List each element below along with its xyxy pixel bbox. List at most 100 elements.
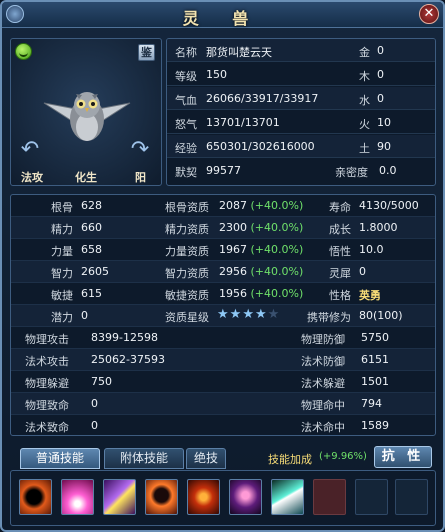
combat-row: 物理躲避 750 法术躲避 1501 [11, 371, 435, 393]
stat-row: 智力 2605 智力资质 2956 (+40.0%) 灵犀 0 [11, 261, 435, 283]
skill-bar [10, 470, 436, 526]
misc-label: 性格 [329, 289, 351, 302]
aptitude-label: 智力资质 [165, 267, 209, 280]
empty-skill-slot[interactable] [355, 479, 388, 515]
ice-blade-icon[interactable] [271, 479, 304, 515]
tab-ultimate-skills[interactable]: 绝技 [186, 448, 226, 469]
hp-value: 26066/33917/33917 [206, 92, 319, 105]
combat-row: 物理致命 0 物理命中 794 [11, 393, 435, 415]
stat-row: 力量 658 力量资质 1967 (+40.0%) 悟性 10.0 [11, 239, 435, 261]
combat-value: 0 [91, 397, 98, 410]
flame-eye-icon[interactable] [187, 479, 220, 515]
pet-attributes-panel: 根骨 628 根骨资质 2087 (+40.0%) 寿命 4130/5000 精… [10, 194, 436, 436]
stat-label: 智力 [51, 267, 73, 280]
combat-label: 法术致命 [25, 421, 69, 434]
empty-skill-slot[interactable] [395, 479, 428, 515]
star-icon: ★ [242, 307, 255, 322]
combat-value: 794 [361, 397, 382, 410]
pet-portrait-panel: 鉴 ↶ ↷ 法攻 化生 阳 [10, 38, 162, 186]
info-row-exp: 经验 650301/302616000 土 90 [167, 135, 435, 158]
stat-value: 658 [81, 243, 102, 256]
combat-label: 物理防御 [301, 333, 345, 346]
aptitude-value: 1956 (+40.0%) [219, 287, 304, 300]
combat-value: 6151 [361, 353, 389, 366]
locked-skill-slot [313, 479, 346, 515]
intimacy-value: 0.0 [379, 164, 397, 177]
personality-value: 英勇 [359, 289, 381, 302]
misc-label: 成长 [329, 223, 351, 236]
appraise-button[interactable]: 鉴 [138, 44, 155, 61]
level-value: 150 [206, 68, 227, 81]
dark-claw-icon[interactable] [19, 479, 52, 515]
combat-value: 750 [91, 375, 112, 388]
stat-row: 精力 660 精力资质 2300 (+40.0%) 成长 1.8000 [11, 217, 435, 239]
stat-row-potential: 潜力 0 资质星级 ★★★★★ 携带修为 80(100) [11, 305, 435, 327]
element-metal-label: 金 [359, 46, 370, 59]
aptitude-value: 2300 (+40.0%) [219, 221, 304, 234]
aptitude-label: 根骨资质 [165, 201, 209, 214]
combat-value: 8399-12598 [91, 331, 158, 344]
pet-name: 那货叫楚云天 [206, 46, 272, 59]
misc-label: 寿命 [329, 201, 351, 214]
combat-label: 法术攻击 [25, 355, 69, 368]
element-wood-value: 0 [377, 68, 384, 81]
close-button[interactable]: ✕ [419, 4, 439, 24]
info-row-tacit: 默契 99577 亲密度 0.0 [167, 159, 435, 182]
aptitude-label: 精力资质 [165, 223, 209, 236]
pink-burst-icon[interactable] [61, 479, 94, 515]
potential-label: 潜力 [51, 311, 73, 324]
exp-label: 经验 [175, 142, 197, 155]
title-bar[interactable]: 灵 兽 ✕ [2, 2, 443, 28]
aptitude-value: 1967 (+40.0%) [219, 243, 304, 256]
misc-label: 悟性 [329, 245, 351, 258]
rotate-left-arrow-icon[interactable]: ↶ [19, 139, 41, 161]
element-water-value: 0 [377, 92, 384, 105]
combat-value: 1501 [361, 375, 389, 388]
spirit-beast-window: 灵 兽 ✕ 鉴 ↶ ↷ 法攻 化生 阳 名称 那货叫楚云天 金 0 等级 150… [0, 0, 445, 532]
tacit-label: 默契 [175, 166, 197, 179]
skill-bonus-label: 技能加成 [268, 453, 312, 466]
combat-row: 法术致命 0 法术命中 1589 [11, 415, 435, 437]
misc-value: 0 [359, 265, 366, 278]
shadow-bird-icon[interactable] [229, 479, 262, 515]
combat-label: 物理攻击 [25, 333, 69, 346]
misc-label: 灵犀 [329, 267, 351, 280]
level-label: 等级 [175, 70, 197, 83]
info-row-name: 名称 那货叫楚云天 金 0 [167, 39, 435, 62]
rotate-right-arrow-icon[interactable]: ↷ [129, 139, 151, 161]
resistance-button[interactable]: 抗 性 [374, 446, 432, 468]
combat-value: 0 [91, 419, 98, 432]
owl-pet-model [43, 92, 131, 141]
tab-normal-skills[interactable]: 普通技能 [20, 448, 100, 469]
fire-beast-icon[interactable] [145, 479, 178, 515]
combat-label: 法术躲避 [301, 377, 345, 390]
carry-label: 携带修为 [307, 311, 351, 324]
stat-value: 660 [81, 221, 102, 234]
combat-value: 5750 [361, 331, 389, 344]
combat-label: 法术防御 [301, 355, 345, 368]
pet-info-panel: 名称 那货叫楚云天 金 0 等级 150 木 0 气血 26066/33917/… [166, 38, 436, 186]
aptitude-value: 2956 (+40.0%) [219, 265, 304, 278]
tab-possession-skills[interactable]: 附体技能 [104, 448, 184, 469]
tacit-value: 99577 [206, 164, 241, 177]
pet-type-label: 法攻 [21, 171, 43, 184]
stat-value: 2605 [81, 265, 109, 278]
star-rating: ★★★★★ [217, 307, 280, 322]
pet-growth-label: 化生 [75, 171, 97, 184]
misc-value: 4130/5000 [359, 199, 419, 212]
star-rating-label: 资质星级 [165, 311, 209, 324]
stat-label: 精力 [51, 223, 73, 236]
name-label: 名称 [175, 46, 197, 59]
element-earth-value: 90 [377, 140, 391, 153]
star-icon: ★ [229, 307, 243, 322]
window-title: 灵 兽 [182, 9, 263, 28]
stat-label: 敏捷 [51, 289, 73, 302]
rage-value: 13701/13701 [206, 116, 280, 129]
misc-value: 10.0 [359, 243, 384, 256]
combat-label: 物理命中 [301, 399, 345, 412]
misc-value: 1.8000 [359, 221, 398, 234]
purple-slash-icon[interactable] [103, 479, 136, 515]
stat-value: 628 [81, 199, 102, 212]
info-row-level: 等级 150 木 0 [167, 63, 435, 86]
stat-label: 根骨 [51, 201, 73, 214]
